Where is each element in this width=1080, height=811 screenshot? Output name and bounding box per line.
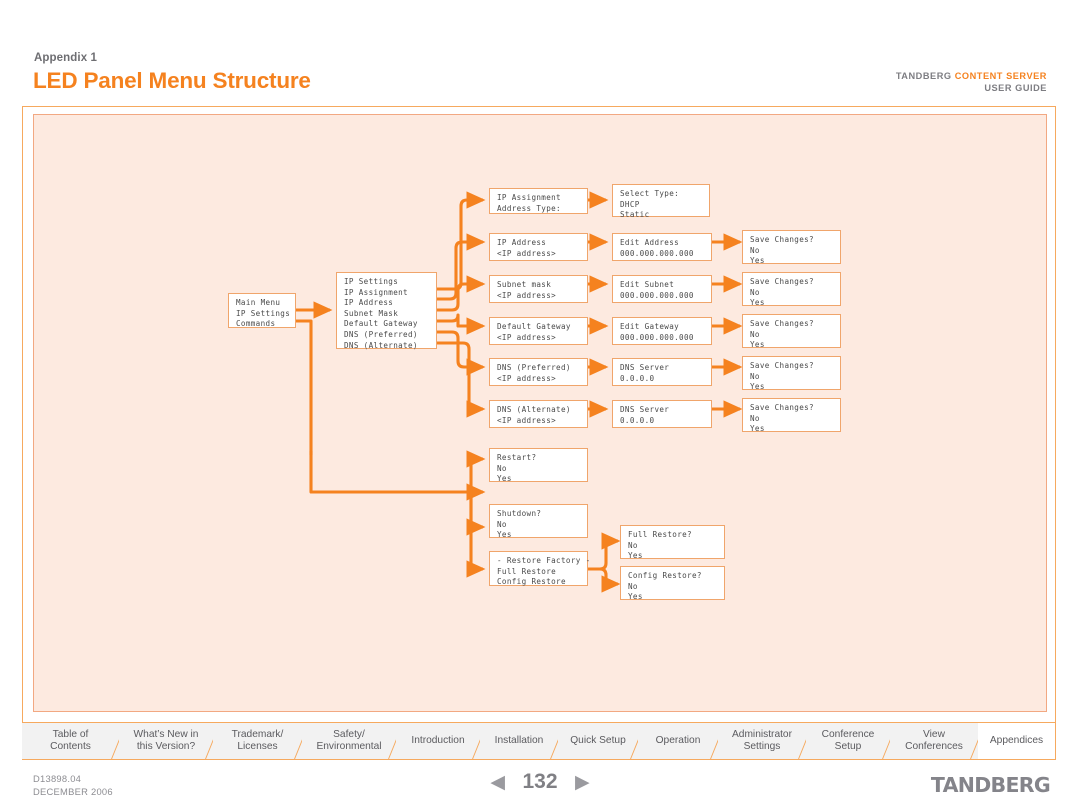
node-save-changes-gateway: Save Changes? No Yes xyxy=(742,314,841,349)
tab-operation[interactable]: Operation xyxy=(638,722,718,760)
tab-label-line1: Administrator xyxy=(731,729,792,740)
node-dns-alternate: DNS (Alternate) <IP address> xyxy=(489,400,588,428)
page-number: 132 xyxy=(522,770,558,793)
node-dns-server-alternate: DNS Server 0.0.0.0 xyxy=(612,400,712,428)
node-shutdown: Shutdown? No Yes xyxy=(489,504,588,539)
tab-appendices[interactable]: Appendices xyxy=(978,722,1056,760)
tab-label: Installation xyxy=(494,735,544,746)
node-save-changes-subnet: Save Changes? No Yes xyxy=(742,272,841,307)
tab-label-line2: Environmental xyxy=(316,741,382,752)
tab-label-line1: Conference xyxy=(821,729,875,740)
tab-label: Introduction xyxy=(411,735,465,746)
node-save-changes-dns-alternate: Save Changes? No Yes xyxy=(742,398,841,433)
page-navigation[interactable]: ◀ 132 ▶ xyxy=(0,770,1080,794)
node-edit-subnet: Edit Subnet 000.000.000.000 xyxy=(612,275,712,303)
tab-label: Appendices xyxy=(989,735,1044,746)
node-select-type: Select Type: DHCP Static xyxy=(612,184,710,219)
node-save-changes-address: Save Changes? No Yes xyxy=(742,230,841,265)
node-ip-settings: IP Settings IP Assignment IP Address Sub… xyxy=(336,272,437,350)
tab-table-of-contents[interactable]: Table of Contents xyxy=(22,722,119,760)
node-save-changes-dns-preferred: Save Changes? No Yes xyxy=(742,356,841,391)
node-dns-preferred: DNS (Preferred) <IP address> xyxy=(489,358,588,386)
tab-administrator-settings[interactable]: Administrator Settings xyxy=(718,722,806,760)
section-tab-bar[interactable]: Table of Contents What’s New in this Ver… xyxy=(22,722,1056,760)
tab-whats-new[interactable]: What’s New in this Version? xyxy=(119,722,213,760)
tab-label-line2: Conferences xyxy=(905,741,963,752)
tab-introduction[interactable]: Introduction xyxy=(396,722,480,760)
node-edit-gateway: Edit Gateway 000.000.000.000 xyxy=(612,317,712,345)
brand-prefix: TANDBERG xyxy=(895,71,955,81)
tab-label-line2: this Version? xyxy=(136,741,196,752)
next-page-icon[interactable]: ▶ xyxy=(575,771,590,794)
brand-subtitle: USER GUIDE xyxy=(984,82,1047,93)
tab-label-line1: Safety/ xyxy=(333,729,365,740)
tab-conference-setup[interactable]: Conference Setup xyxy=(806,722,890,760)
page-title: LED Panel Menu Structure xyxy=(33,68,311,93)
node-subnet-mask: Subnet mask <IP address> xyxy=(489,275,588,303)
tab-view-conferences[interactable]: View Conferences xyxy=(890,722,978,760)
node-dns-server-preferred: DNS Server 0.0.0.0 xyxy=(612,358,712,386)
appendix-label: Appendix 1 xyxy=(34,52,97,64)
node-default-gateway: Default Gateway <IP address> xyxy=(489,317,588,345)
tab-installation[interactable]: Installation xyxy=(480,722,558,760)
tab-label-line1: What’s New in xyxy=(133,729,199,740)
node-restore-factory: - Restore Factory - Full Restore Config … xyxy=(489,551,590,586)
tab-label-line2: Contents xyxy=(50,741,91,752)
node-full-restore: Full Restore? No Yes xyxy=(620,525,725,560)
node-main-menu: Main Menu IP Settings Commands xyxy=(228,293,296,328)
tandberg-logo: TANDBERG xyxy=(930,773,1051,797)
page-header: Appendix 1 LED Panel Menu Structure TAND… xyxy=(0,0,1080,104)
tab-trademark-licenses[interactable]: Trademark/ Licenses xyxy=(213,722,302,760)
tab-label-line1: Trademark/ xyxy=(231,729,284,740)
tab-safety-environmental[interactable]: Safety/ Environmental xyxy=(302,722,396,760)
tab-label-line1: View xyxy=(923,729,945,740)
tab-label: Quick Setup xyxy=(570,735,626,746)
node-ip-address: IP Address <IP address> xyxy=(489,233,588,261)
tab-label-line2: Settings xyxy=(743,741,781,752)
tab-label: Operation xyxy=(655,735,701,746)
node-edit-address: Edit Address 000.000.000.000 xyxy=(612,233,712,261)
previous-page-icon[interactable]: ◀ xyxy=(490,771,505,794)
node-config-restore: Config Restore? No Yes xyxy=(620,566,725,601)
tab-quick-setup[interactable]: Quick Setup xyxy=(558,722,638,760)
brand-line: TANDBERG CONTENT SERVER USER GUIDE xyxy=(896,71,1047,94)
brand-accent: CONTENT SERVER xyxy=(954,71,1047,81)
tab-label-line1: Table of xyxy=(52,729,89,740)
node-ip-assignment: IP Assignment Address Type: xyxy=(489,188,588,214)
node-restart: Restart? No Yes xyxy=(489,448,588,483)
tab-label-line2: Setup xyxy=(834,741,862,752)
tab-label-line2: Licenses xyxy=(237,741,278,752)
